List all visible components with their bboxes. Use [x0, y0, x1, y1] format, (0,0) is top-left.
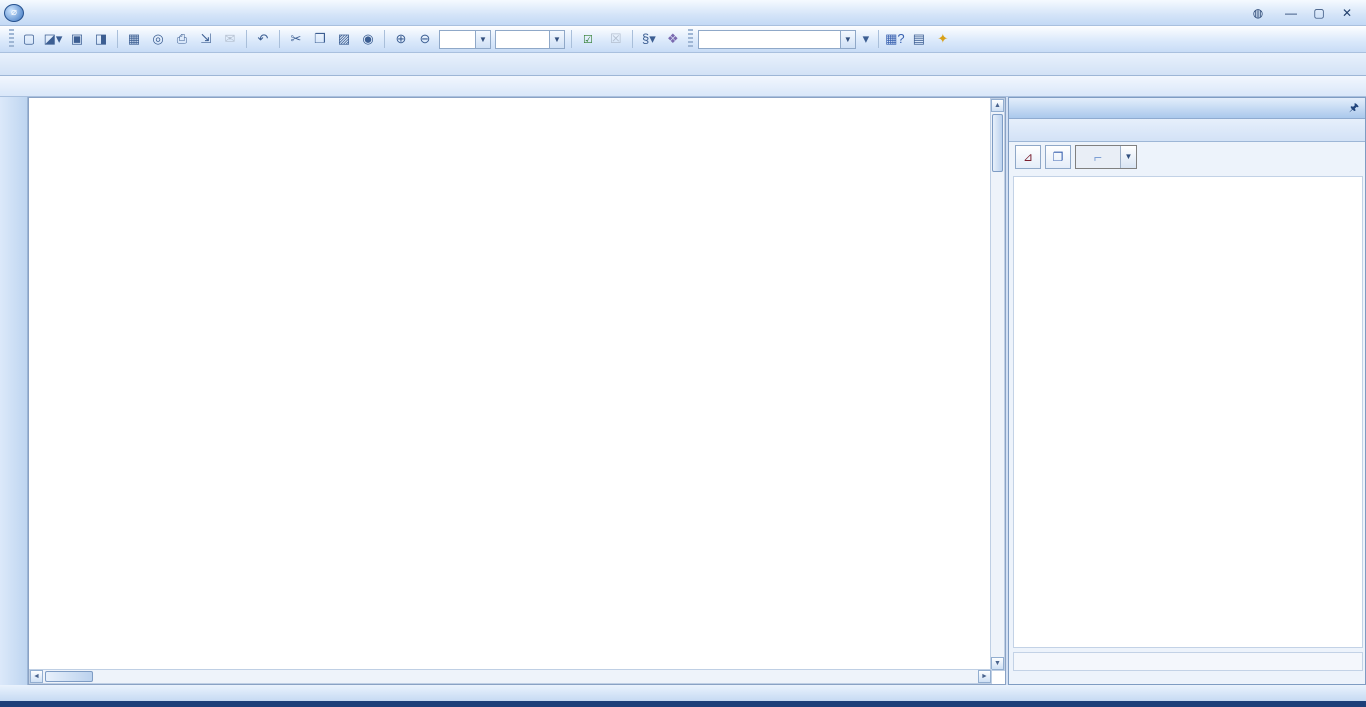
paste-button[interactable]: ▨ [333, 29, 355, 50]
data-palette-titlebar[interactable]: 🖈 [1009, 98, 1365, 119]
status-bar [0, 685, 1366, 701]
zoom-in-button[interactable]: ⊕ [390, 29, 412, 50]
toolbar-grip [9, 29, 14, 49]
minimize-icon[interactable]: — [1282, 6, 1300, 20]
zoom-out-button[interactable]: ⊖ [414, 29, 436, 50]
canvas-vertical-scrollbar[interactable]: ▲ ▼ [990, 98, 1005, 671]
print-button[interactable]: ⎙ [171, 29, 193, 50]
window-bottom-edge [0, 701, 1366, 707]
scroll-up-icon[interactable]: ▲ [991, 99, 1004, 112]
zoom-combo-arrow-icon[interactable]: ▼ [475, 31, 490, 48]
script-button[interactable]: §▾ [638, 29, 660, 50]
open-file-button[interactable]: ◪▾ [42, 29, 64, 50]
list-options-button[interactable]: ▤ [908, 29, 930, 50]
data-palette-tabs [1009, 119, 1365, 142]
share-button[interactable]: ◍ [1249, 6, 1272, 20]
workspace: ▲ ▼ ◄ ► 🖈 ⊿ ❐ ⌐ ▼ [0, 97, 1366, 685]
undo-button[interactable]: ↶ [252, 29, 274, 50]
send-button: ✉ [219, 29, 241, 50]
units-combo-arrow-icon[interactable]: ▼ [840, 31, 855, 48]
chart-settings-button[interactable]: ⊿ [1015, 145, 1041, 169]
flow-pattern-chart[interactable] [1016, 195, 1362, 627]
scroll-right-icon[interactable]: ► [978, 670, 991, 683]
stop-calculation-button: ☒ [605, 29, 627, 50]
open-folder-button[interactable]: ◨ [90, 29, 112, 50]
main-toolbar: ▢ ◪▾ ▣ ◨ ▦ ◎ ⎙ ⇲ ✉ ↶ ✂ ❐ ▨ ◉ ⊕ ⊖ ▼ ▼ ☑ ☒ [0, 26, 1366, 53]
grid-help-button[interactable]: ▦? [884, 29, 906, 50]
key-button[interactable]: ✦ [932, 29, 954, 50]
chart-area [1013, 176, 1363, 648]
copy-chart-button[interactable]: ❐ [1045, 145, 1071, 169]
h-scroll-thumb[interactable] [45, 671, 93, 682]
calculate-button[interactable]: ☑ [576, 29, 604, 50]
module-tabstrip [0, 53, 1366, 76]
chart-cursor-status [1013, 652, 1363, 671]
flow-pattern-dropdown[interactable]: ⌐ ▼ [1075, 145, 1137, 169]
new-file-button[interactable]: ▢ [18, 29, 40, 50]
export-button[interactable]: ⇲ [195, 29, 217, 50]
toolbar-grip-2 [688, 29, 693, 49]
flow-pattern-icon: ⌐ [1076, 146, 1120, 168]
close-icon[interactable]: ✕ [1338, 6, 1356, 20]
print-preview-button[interactable]: ◎ [147, 29, 169, 50]
application-window: ⌀ ◍ — ▢ ✕ ▢ ◪▾ ▣ ◨ ▦ ◎ ⎙ ⇲ ✉ ↶ ✂ ❐ ▨ ◉ ⊕ [0, 0, 1366, 707]
pin-icon[interactable]: 🖈 [1349, 99, 1359, 118]
v-scroll-thumb[interactable] [992, 114, 1003, 172]
units-combo[interactable]: ▼ [698, 30, 856, 49]
chart-toolbar: ⊿ ❐ ⌐ ▼ [1009, 142, 1365, 172]
globe-icon: ◍ [1249, 6, 1267, 20]
scroll-left-icon[interactable]: ◄ [30, 670, 43, 683]
detail-combo-arrow-icon[interactable]: ▼ [549, 31, 564, 48]
find-button[interactable]: ◉ [357, 29, 379, 50]
pipe-pen-toolbar [0, 76, 1366, 97]
window-controls: ◍ — ▢ ✕ [1249, 6, 1366, 20]
zoom-level-combo[interactable]: ▼ [439, 30, 491, 49]
cut-button[interactable]: ✂ [285, 29, 307, 50]
save-button[interactable]: ▣ [66, 29, 88, 50]
maximize-icon[interactable]: ▢ [1310, 6, 1328, 20]
window-layout-button[interactable]: ▦ [123, 29, 145, 50]
scroll-down-icon[interactable]: ▼ [991, 657, 1004, 670]
model-canvas[interactable]: ▲ ▼ ◄ ► [28, 97, 1006, 685]
data-palette-panel: 🖈 ⊿ ❐ ⌐ ▼ [1008, 97, 1366, 685]
diagram-labels [29, 98, 992, 671]
menu-bar: ⌀ ◍ — ▢ ✕ [0, 0, 1366, 26]
calculate-icon: ☑ [583, 33, 593, 46]
app-icon: ⌀ [4, 4, 24, 22]
canvas-horizontal-scrollbar[interactable]: ◄ ► [29, 669, 992, 684]
units-more-arrow-icon[interactable]: ▾ [859, 29, 873, 50]
copy-button[interactable]: ❐ [309, 29, 331, 50]
flow-pattern-arrow-icon[interactable]: ▼ [1120, 146, 1136, 168]
drawing-tool-palette [0, 97, 28, 685]
reference-book-button[interactable]: ❖ [662, 29, 684, 50]
detail-level-combo[interactable]: ▼ [495, 30, 565, 49]
